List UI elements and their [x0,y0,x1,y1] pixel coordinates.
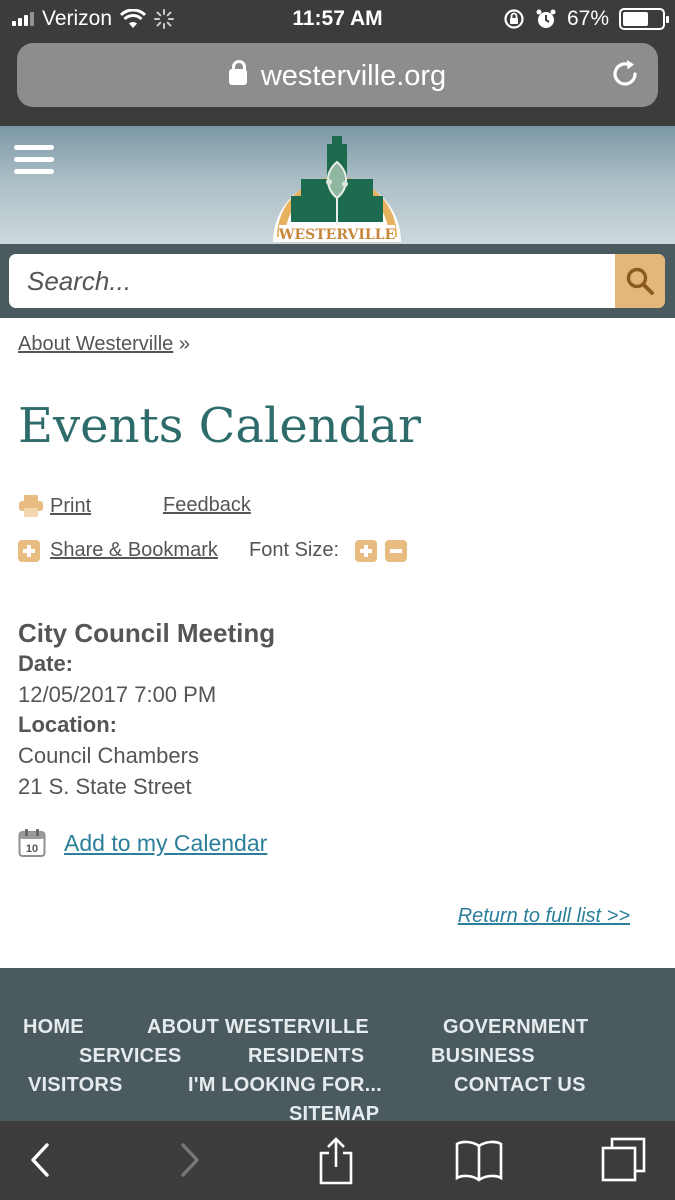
font-decrease-button[interactable] [385,539,408,562]
hamburger-menu-icon[interactable] [14,145,54,175]
share-icon [319,1137,353,1185]
location-label: Location: [18,712,117,737]
browser-toolbar [0,1121,675,1200]
battery-icon [619,8,669,30]
footer-link-visitors[interactable]: VISITORS [28,1074,123,1097]
location-line-2: 21 S. State Street [18,774,192,799]
breadcrumb-separator: » [178,333,190,355]
site-header: WESTERVILLE [0,126,675,244]
search-band [0,244,675,318]
event-title: City Council Meeting [18,618,276,648]
footer-link-residents[interactable]: RESIDENTS [248,1045,364,1068]
add-calendar-link[interactable]: Add to my Calendar [64,830,267,857]
tabs-icon [601,1137,646,1182]
rotation-lock-icon [504,9,524,29]
lock-icon [228,60,247,85]
location-line-1: Council Chambers [18,743,199,768]
font-size-label: Font Size: [249,539,340,561]
calendar-icon: 10 [18,829,46,857]
bookmarks-button[interactable] [449,1133,509,1187]
print-tool[interactable]: Print [18,494,91,518]
calendar-icon-day: 10 [26,843,38,855]
bookmarks-icon [455,1140,503,1182]
date-value: 12/05/2017 7:00 PM [18,682,217,707]
address-display[interactable]: westerville.org [17,60,658,93]
back-arrow-icon [31,1143,49,1177]
forward-arrow-icon [181,1143,199,1177]
site-footer: HOME ABOUT WESTERVILLE GOVERNMENT SERVIC… [0,968,675,1125]
add-to-calendar[interactable]: 10 Add to my Calendar [18,828,267,858]
tabs-button[interactable] [594,1133,654,1187]
print-icon [19,495,43,517]
westerville-logo[interactable]: WESTERVILLE [271,134,403,244]
url-text: westerville.org [260,60,447,92]
search-input[interactable] [9,254,615,308]
search-button[interactable] [615,254,665,308]
alarm-icon [536,9,556,28]
footer-link-about[interactable]: ABOUT WESTERVILLE [147,1016,369,1039]
browser-chrome: westerville.org [0,38,675,126]
share-tool[interactable]: Share & Bookmark [18,539,218,562]
status-right: 67% [503,7,669,31]
forward-button[interactable] [160,1133,220,1187]
page-title: Events Calendar [18,398,421,454]
share-button[interactable] [306,1133,366,1187]
footer-link-services[interactable]: SERVICES [79,1045,181,1068]
footer-link-contact[interactable]: CONTACT US [454,1074,586,1097]
svg-text:WESTERVILLE: WESTERVILLE [278,227,396,243]
return-to-list-link[interactable]: Return to full list >> [458,905,630,928]
font-size-tool: Font Size: [249,539,408,562]
status-bar: Verizon 11:57 AM 67% [0,0,675,38]
back-button[interactable] [10,1133,70,1187]
address-bar[interactable]: westerville.org [17,43,658,107]
font-increase-button[interactable] [355,539,378,562]
breadcrumb: About Westerville » [18,333,190,356]
footer-link-government[interactable]: GOVERNMENT [443,1016,588,1039]
footer-link-business[interactable]: BUSINESS [431,1045,535,1068]
battery-percent: 67% [566,7,609,30]
share-bookmark-link[interactable]: Share & Bookmark [50,539,218,562]
search-box [9,254,665,308]
breadcrumb-link-about[interactable]: About Westerville [18,333,173,355]
plus-icon [18,539,40,562]
search-icon [626,267,654,295]
reload-icon[interactable] [608,57,642,91]
date-label: Date: [18,651,74,676]
feedback-tool[interactable]: Feedback [163,494,251,517]
footer-link-home[interactable]: HOME [23,1016,84,1039]
feedback-link[interactable]: Feedback [163,494,251,517]
print-link[interactable]: Print [50,495,91,518]
footer-link-looking-for[interactable]: I'M LOOKING FOR... [188,1074,382,1097]
